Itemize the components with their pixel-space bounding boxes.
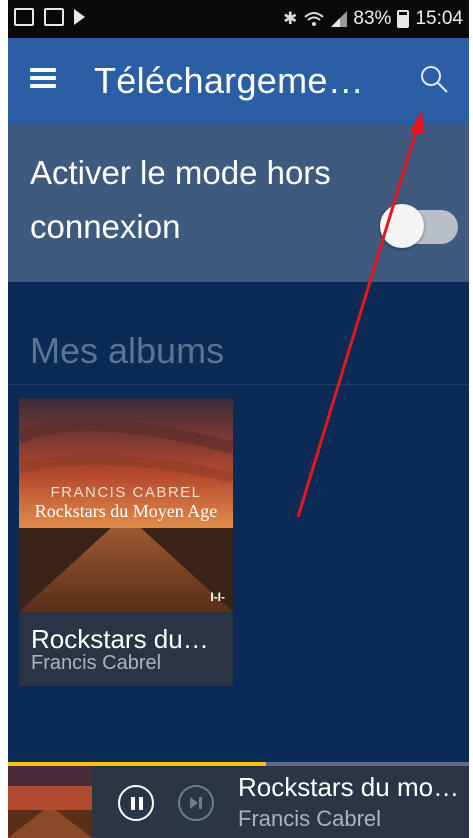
- album-title: Rockstars du…: [31, 624, 209, 654]
- status-bar-notifications: [14, 8, 85, 26]
- section-divider: [8, 384, 469, 385]
- status-bar: ✱ 83% 15:04: [8, 0, 469, 38]
- offline-mode-row: Activer le mode hors connexion: [8, 124, 469, 282]
- page-title: Téléchargeme…: [94, 60, 365, 101]
- pause-icon[interactable]: [118, 785, 154, 821]
- menu-icon[interactable]: [30, 68, 56, 88]
- app-screen: ✱ 83% 15:04 Téléchargeme… Activer le mod: [8, 0, 469, 838]
- offline-mode-toggle[interactable]: [380, 204, 458, 248]
- gallery-icon: [14, 8, 34, 26]
- cover-artist-text: FRANCIS CABREL: [50, 484, 202, 501]
- mini-player[interactable]: Rockstars du mo… Francis Cabrel: [8, 766, 469, 838]
- app-notification-icon: [44, 8, 64, 26]
- battery-icon: [397, 10, 410, 28]
- battery-percent: 83%: [353, 8, 392, 29]
- label-logo: I-I-: [210, 590, 225, 604]
- skip-next-icon[interactable]: [178, 785, 214, 821]
- bluetooth-icon: ✱: [283, 9, 298, 28]
- now-playing-title: Rockstars du mo…: [238, 772, 460, 802]
- cover-title-text: Rockstars du Moyen Age: [34, 501, 218, 521]
- clock: 15:04: [415, 8, 463, 29]
- album-cover: FRANCIS CABREL Rockstars du Moyen Age I-…: [19, 398, 233, 612]
- play-icon: [74, 9, 85, 25]
- app-bar: Téléchargeme…: [8, 38, 469, 124]
- albums-heading: Mes albums: [30, 330, 225, 371]
- status-bar-system: ✱ 83% 15:04: [283, 8, 463, 30]
- search-icon[interactable]: [419, 64, 449, 94]
- album-artist: Francis Cabrel: [31, 652, 162, 674]
- album-card[interactable]: FRANCIS CABREL Rockstars du Moyen Age I-…: [19, 398, 233, 686]
- signal-icon: [331, 11, 348, 27]
- toggle-knob: [380, 204, 424, 248]
- offline-mode-label: Activer le mode hors connexion: [30, 154, 331, 245]
- wifi-icon: [304, 12, 325, 26]
- now-playing-artist: Francis Cabrel: [238, 806, 382, 831]
- mini-player-thumbnail: [8, 766, 92, 838]
